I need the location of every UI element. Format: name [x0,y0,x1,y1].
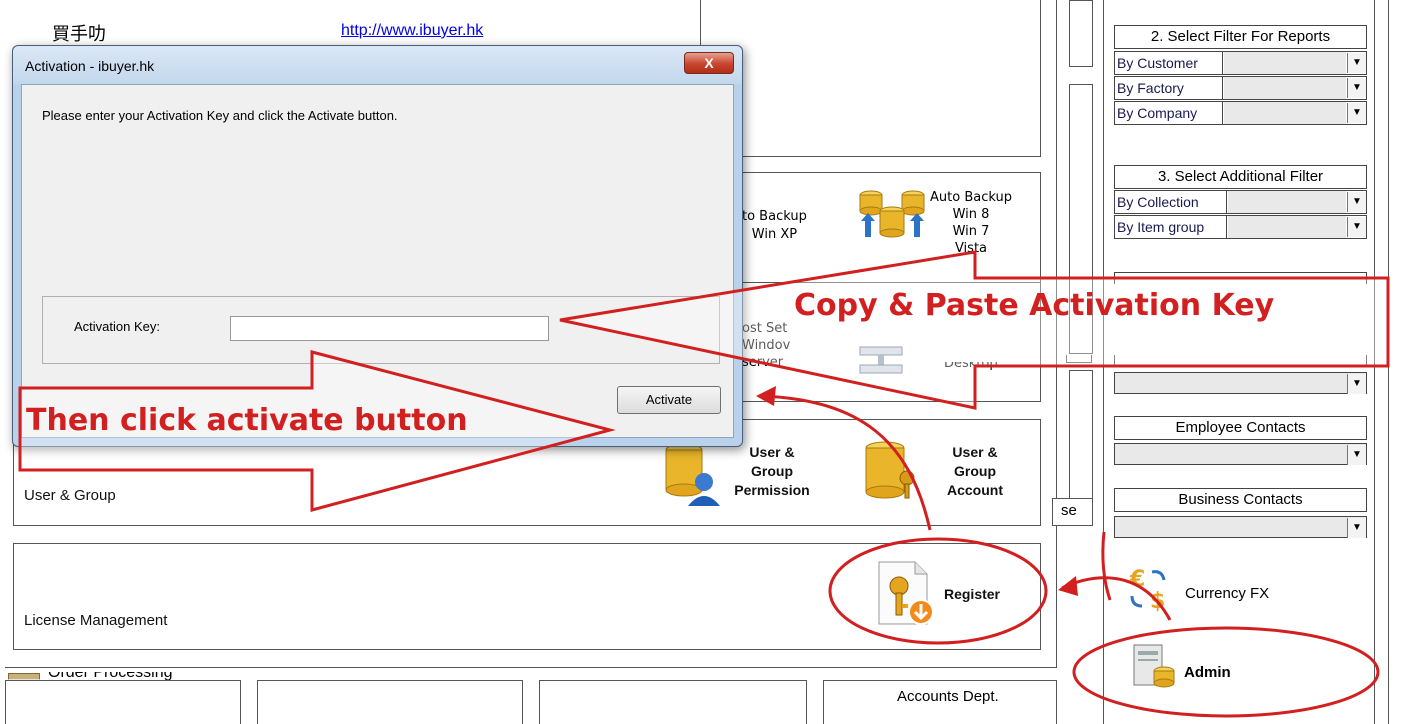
copy-paste-arrow [559,250,1390,410]
admin-circle [1072,626,1380,718]
annotation-overlay [18,250,1390,718]
admin-to-register-curve [1061,576,1172,621]
register-circle [828,537,1048,645]
arrowhead-2 [1058,576,1078,596]
arrowhead [756,386,776,406]
copy-paste-annotation: Copy & Paste Activation Key [794,288,1275,323]
register-to-activate-curve [761,394,932,531]
admin-up-stroke [1101,531,1112,601]
click-activate-annotation: Then click activate button [26,403,468,438]
